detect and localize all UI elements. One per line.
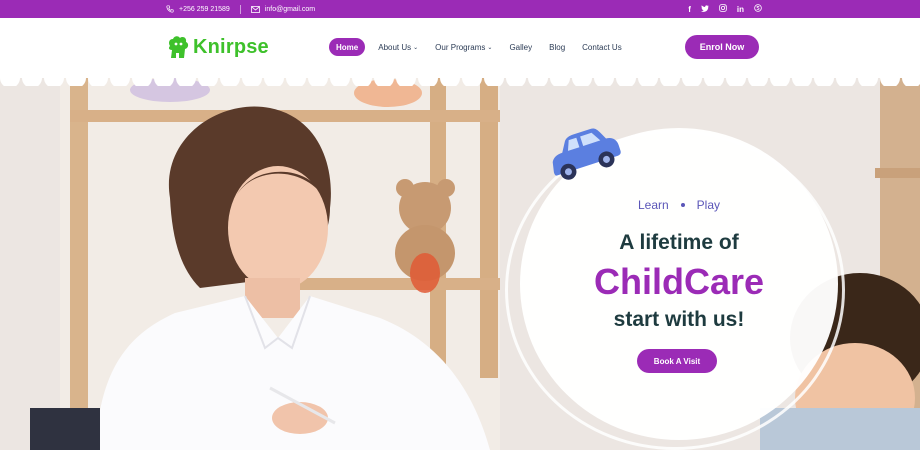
nav-label: Our Programs	[435, 42, 486, 52]
logo-text-suffix: pse	[233, 35, 269, 58]
hero-tags: Learn Play	[520, 198, 838, 212]
nav-item-blog[interactable]: Blog	[545, 38, 569, 56]
enrol-now-button[interactable]: Enrol Now	[685, 35, 759, 59]
mail-icon	[250, 5, 260, 13]
hero-heading-line1: A lifetime of	[619, 231, 739, 254]
nav-label: Galley	[509, 42, 533, 52]
phone-icon	[166, 5, 174, 13]
nav-label: Home	[336, 42, 359, 52]
main-header: Knirpse Home About Us ⌄ Our Programs ⌄ Gal…	[0, 18, 920, 78]
facebook-icon[interactable]: f	[688, 5, 691, 14]
nav-label: Blog	[549, 42, 566, 52]
bullet-dot	[680, 203, 685, 207]
linkedin-icon[interactable]: in	[737, 5, 744, 14]
contact-info: +256 259 21589 info@gmail.com	[166, 0, 315, 18]
nav-label: Contact Us	[582, 42, 622, 52]
chevron-down-icon: ⌄	[413, 44, 419, 51]
scalloped-divider	[0, 70, 920, 86]
social-links: f in	[688, 0, 762, 18]
toy-car-icon	[552, 128, 621, 180]
nav-label: About Us	[378, 42, 412, 52]
main-nav: Home About Us ⌄ Our Programs ⌄ Galley Blog…	[329, 38, 626, 56]
site-logo[interactable]: Knirpse	[166, 34, 269, 60]
instagram-icon[interactable]	[719, 4, 727, 14]
hero-heading-highlight: ChildCare	[593, 261, 765, 302]
book-a-visit-button[interactable]: Book A Visit	[637, 349, 717, 373]
nav-item-our-programs[interactable]: Our Programs ⌄	[431, 38, 496, 56]
logo-text: Knirpse	[193, 36, 269, 59]
top-bar: +256 259 21589 info@gmail.com f in	[0, 0, 920, 18]
nav-item-contact-us[interactable]: Contact Us	[578, 38, 626, 56]
logo-mark-icon	[168, 36, 189, 58]
hero-heading-line3: start with us!	[613, 308, 745, 331]
skype-icon[interactable]	[754, 4, 762, 14]
email-address[interactable]: info@gmail.com	[265, 6, 315, 13]
nav-item-about-us[interactable]: About Us ⌄	[374, 38, 422, 56]
chevron-down-icon: ⌄	[487, 44, 493, 51]
divider	[239, 4, 241, 14]
tag-learn: Learn	[637, 198, 669, 212]
tag-play: Play	[696, 198, 721, 212]
logo-text-prefix: Knir	[193, 35, 234, 58]
phone-number[interactable]: +256 259 21589	[179, 6, 230, 13]
nav-item-galley[interactable]: Galley	[505, 38, 536, 56]
twitter-icon[interactable]	[700, 4, 709, 14]
nav-item-home[interactable]: Home	[329, 38, 366, 56]
